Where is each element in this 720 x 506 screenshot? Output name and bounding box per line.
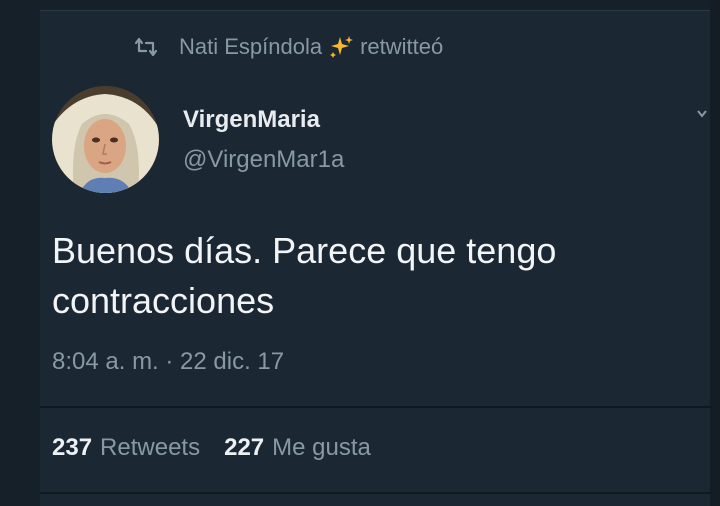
retweeter-name[interactable]: Nati Espíndola (179, 34, 322, 60)
divider (40, 492, 712, 494)
retweet-suffix: retwitteó (360, 34, 444, 59)
likes-count[interactable]: 227 (224, 434, 264, 462)
chevron-down-icon[interactable] (696, 108, 708, 120)
tweet-stats: 237 Retweets 227 Me gusta (52, 434, 395, 462)
divider (40, 406, 712, 408)
retweet-context: Nati Espíndola retwitteó (133, 34, 443, 60)
likes-label[interactable]: Me gusta (272, 434, 371, 462)
retweet-icon (134, 37, 158, 57)
display-name[interactable]: VirgenMaria (183, 106, 320, 134)
retweets-count[interactable]: 237 (52, 434, 92, 462)
avatar-image (52, 86, 159, 193)
screenshot-frame: Nati Espíndola retwitteó VirgenMaria @Vi… (0, 0, 720, 506)
tweet-timestamp[interactable]: 8:04 a. m. · 22 dic. 17 (52, 348, 284, 376)
tweet-text-line-2: contracciones (52, 280, 275, 321)
user-handle[interactable]: @VirgenMar1a (183, 146, 344, 174)
tweet-text: Buenos días. Parece que tengo contraccio… (52, 226, 692, 326)
avatar[interactable] (52, 86, 159, 193)
retweets-label[interactable]: Retweets (100, 434, 200, 462)
edge-shadow (710, 0, 720, 506)
tweet-text-line-1: Buenos días. Parece que tengo (52, 230, 557, 271)
sparkle-icon (330, 36, 354, 58)
